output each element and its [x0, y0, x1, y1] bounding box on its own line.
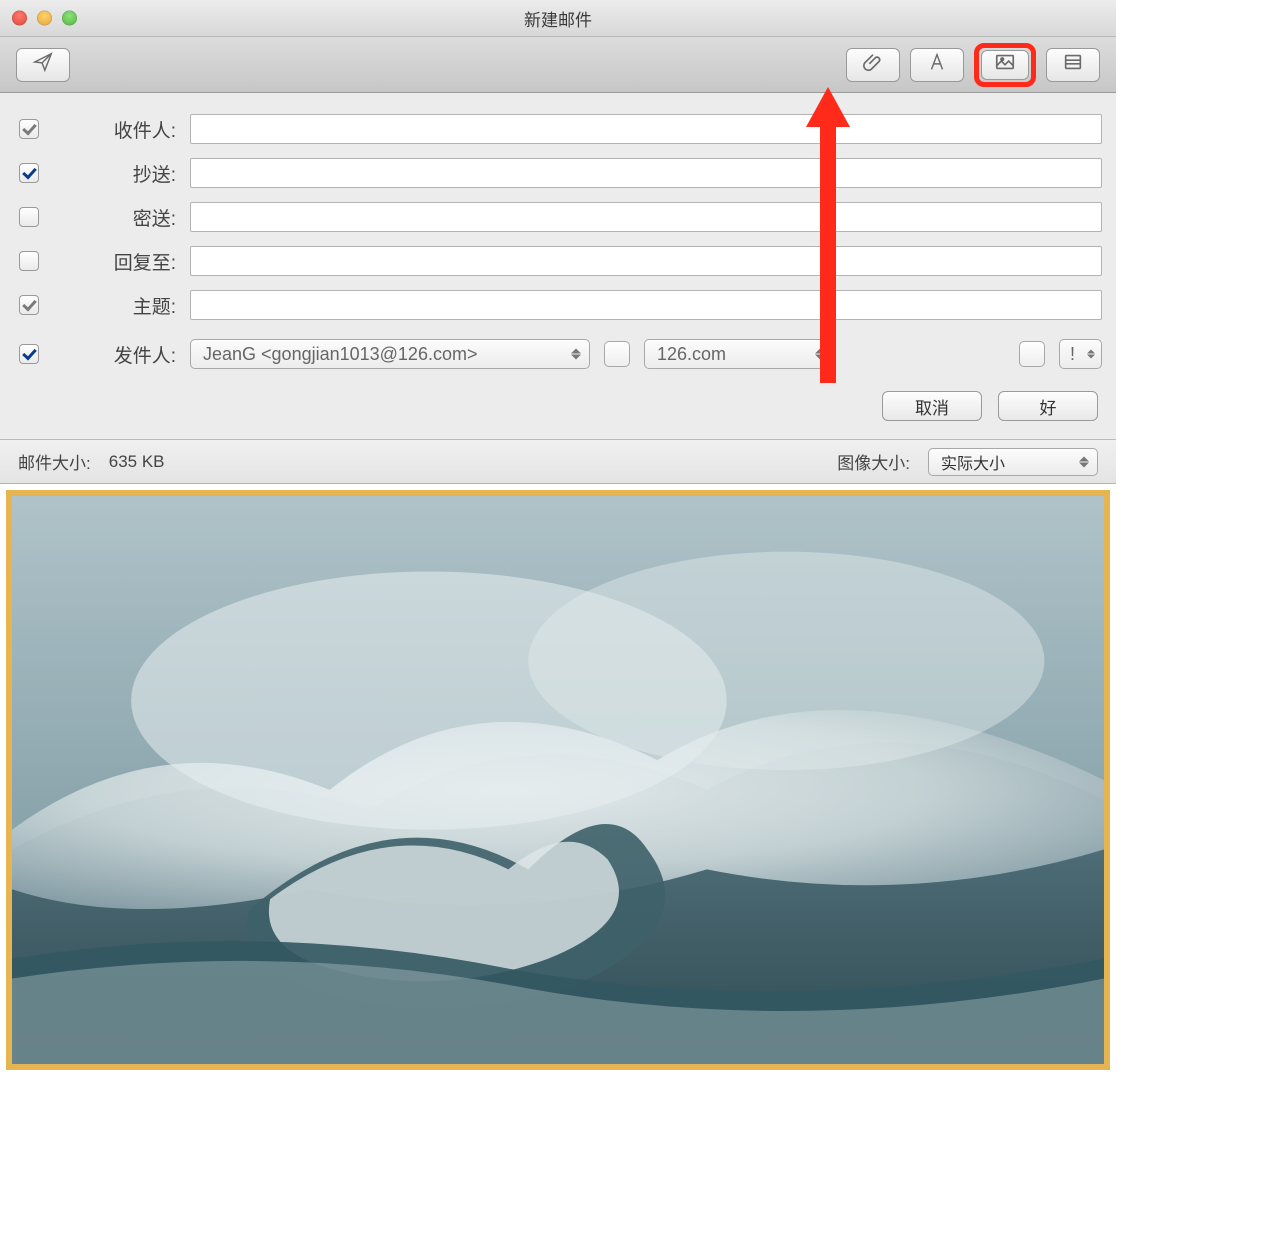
image-size-select[interactable]: 实际大小	[928, 448, 1098, 476]
minimize-window-button[interactable]	[37, 11, 52, 26]
priority-checkbox[interactable]	[1019, 341, 1045, 367]
photo-browser-button[interactable]	[981, 50, 1029, 80]
stationery-icon	[1062, 51, 1084, 78]
priority-select[interactable]: !	[1059, 339, 1102, 369]
size-bar: 邮件大小: 635 KB 图像大小: 实际大小	[0, 440, 1116, 484]
smtp-server-select[interactable]: 126.com	[644, 339, 834, 369]
from-row: 发件人: JeanG <gongjian1013@126.com> 126.co…	[14, 331, 1102, 377]
close-window-button[interactable]	[12, 11, 27, 26]
reply-to-input[interactable]	[190, 246, 1102, 276]
bcc-input[interactable]	[190, 202, 1102, 232]
reply-to-visible-checkbox[interactable]	[19, 251, 39, 271]
smtp-server-value: 126.com	[657, 344, 726, 365]
subject-input[interactable]	[190, 290, 1102, 320]
bcc-row: 密送:	[14, 195, 1102, 239]
image-icon	[994, 51, 1016, 78]
stationery-button[interactable]	[1046, 48, 1100, 82]
dialog-buttons: 取消 好	[14, 391, 1102, 421]
subject-visible-checkbox[interactable]	[19, 295, 39, 315]
cc-label: 抄送:	[58, 160, 176, 187]
from-account-select[interactable]: JeanG <gongjian1013@126.com>	[190, 339, 590, 369]
zoom-window-button[interactable]	[62, 11, 77, 26]
subject-row: 主题:	[14, 283, 1102, 327]
to-row: 收件人:	[14, 107, 1102, 151]
compose-window: 新建邮件	[0, 0, 1116, 1076]
cc-visible-checkbox[interactable]	[19, 163, 39, 183]
paperclip-icon	[862, 51, 884, 78]
cc-row: 抄送:	[14, 151, 1102, 195]
signature-checkbox[interactable]	[604, 341, 630, 367]
cc-input[interactable]	[190, 158, 1102, 188]
subject-label: 主题:	[58, 292, 176, 319]
from-account-value: JeanG <gongjian1013@126.com>	[203, 344, 477, 365]
bcc-label: 密送:	[58, 204, 176, 231]
image-size-value: 实际大小	[941, 450, 1005, 474]
font-icon	[926, 51, 948, 78]
reply-to-row: 回复至:	[14, 239, 1102, 283]
message-body[interactable]	[0, 484, 1116, 1076]
image-size-label: 图像大小:	[837, 449, 910, 474]
traffic-lights	[12, 11, 77, 26]
to-label: 收件人:	[58, 116, 176, 143]
ok-button[interactable]: 好	[998, 391, 1098, 421]
window-title: 新建邮件	[524, 6, 592, 31]
to-input[interactable]	[190, 114, 1102, 144]
send-button[interactable]	[16, 48, 70, 82]
titlebar: 新建邮件	[0, 0, 1116, 37]
mail-size-label: 邮件大小:	[18, 449, 91, 474]
inserted-image[interactable]	[6, 490, 1110, 1070]
from-label: 发件人:	[58, 341, 176, 368]
priority-value: !	[1070, 344, 1075, 365]
to-visible-checkbox[interactable]	[19, 119, 39, 139]
annotation-highlight	[974, 43, 1036, 87]
paper-plane-icon	[32, 51, 54, 78]
from-visible-checkbox[interactable]	[19, 344, 39, 364]
attach-button[interactable]	[846, 48, 900, 82]
header-fields-panel: 收件人: 抄送: 密送: 回复至: 主题: 发件人: Jea	[0, 93, 1116, 440]
fonts-button[interactable]	[910, 48, 964, 82]
bcc-visible-checkbox[interactable]	[19, 207, 39, 227]
cancel-button[interactable]: 取消	[882, 391, 982, 421]
mail-size-value: 635 KB	[109, 452, 165, 472]
toolbar	[0, 37, 1116, 93]
reply-to-label: 回复至:	[58, 248, 176, 275]
